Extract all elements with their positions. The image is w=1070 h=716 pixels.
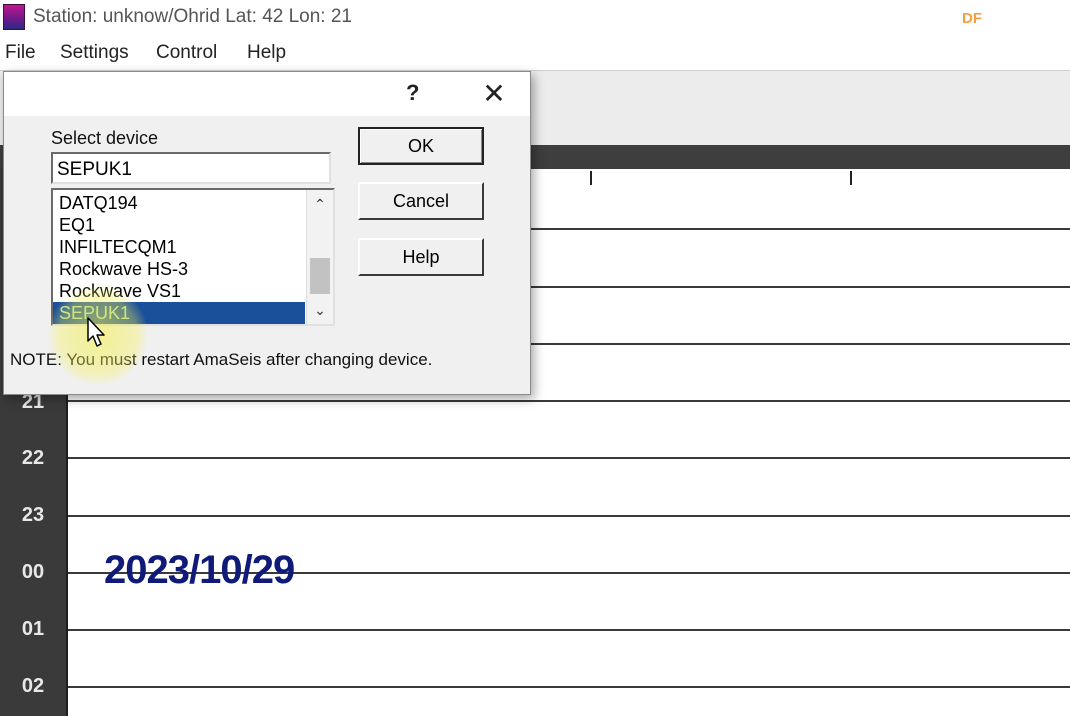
time-tick <box>590 171 592 185</box>
menu-bar: File Settings Control Help <box>0 36 1070 71</box>
date-label: 2023/10/29 <box>104 548 295 592</box>
watermark-logo: DF <box>962 10 982 27</box>
dialog-title-bar: ? ✕ <box>4 72 530 116</box>
trace-line <box>68 457 1070 459</box>
list-item[interactable]: Rockwave VS1 <box>53 280 305 302</box>
list-item[interactable]: Rockwave HS-3 <box>53 258 305 280</box>
device-list[interactable]: DATQ194 EQ1 INFILTECQM1 Rockwave HS-3 Ro… <box>51 188 335 326</box>
close-icon[interactable]: ✕ <box>478 76 510 112</box>
device-input[interactable]: SEPUK1 <box>51 152 331 184</box>
trace-line <box>68 515 1070 517</box>
app-icon <box>3 4 25 30</box>
trace-line <box>68 400 1070 402</box>
help-question-icon[interactable]: ? <box>406 80 419 106</box>
window-title: Station: unknow/Ohrid Lat: 42 Lon: 21 <box>33 6 352 27</box>
help-button[interactable]: Help <box>358 238 484 276</box>
list-item[interactable]: DATQ194 <box>53 192 305 214</box>
menu-settings[interactable]: Settings <box>60 42 129 64</box>
hour-label: 02 <box>21 675 45 697</box>
select-device-label: Select device <box>51 128 159 148</box>
ok-button[interactable]: OK <box>358 127 484 165</box>
hour-label: 01 <box>21 618 45 640</box>
title-bar: Station: unknow/Ohrid Lat: 42 Lon: 21 DF <box>0 0 1070 37</box>
hour-label: 00 <box>21 561 45 583</box>
menu-help[interactable]: Help <box>247 42 286 64</box>
trace-line <box>68 686 1070 688</box>
select-device-dialog: ? ✕ Select device SEPUK1 DATQ194 EQ1 INF… <box>3 71 531 395</box>
menu-control[interactable]: Control <box>156 42 217 64</box>
list-scrollbar[interactable]: ⌃ ⌄ <box>306 190 333 324</box>
scroll-thumb[interactable] <box>310 258 330 294</box>
list-item-selected[interactable]: SEPUK1 <box>53 302 305 324</box>
chevron-up-icon[interactable]: ⌃ <box>307 192 333 216</box>
hour-label: 23 <box>21 504 45 526</box>
restart-note: NOTE: You must restart AmaSeis after cha… <box>10 350 433 369</box>
hour-label: 22 <box>21 447 45 469</box>
chevron-down-icon[interactable]: ⌄ <box>307 298 333 322</box>
list-item[interactable]: INFILTECQM1 <box>53 236 305 258</box>
menu-file[interactable]: File <box>5 42 36 64</box>
time-tick <box>850 171 852 185</box>
cancel-button[interactable]: Cancel <box>358 182 484 220</box>
list-item[interactable]: EQ1 <box>53 214 305 236</box>
trace-line <box>68 629 1070 631</box>
